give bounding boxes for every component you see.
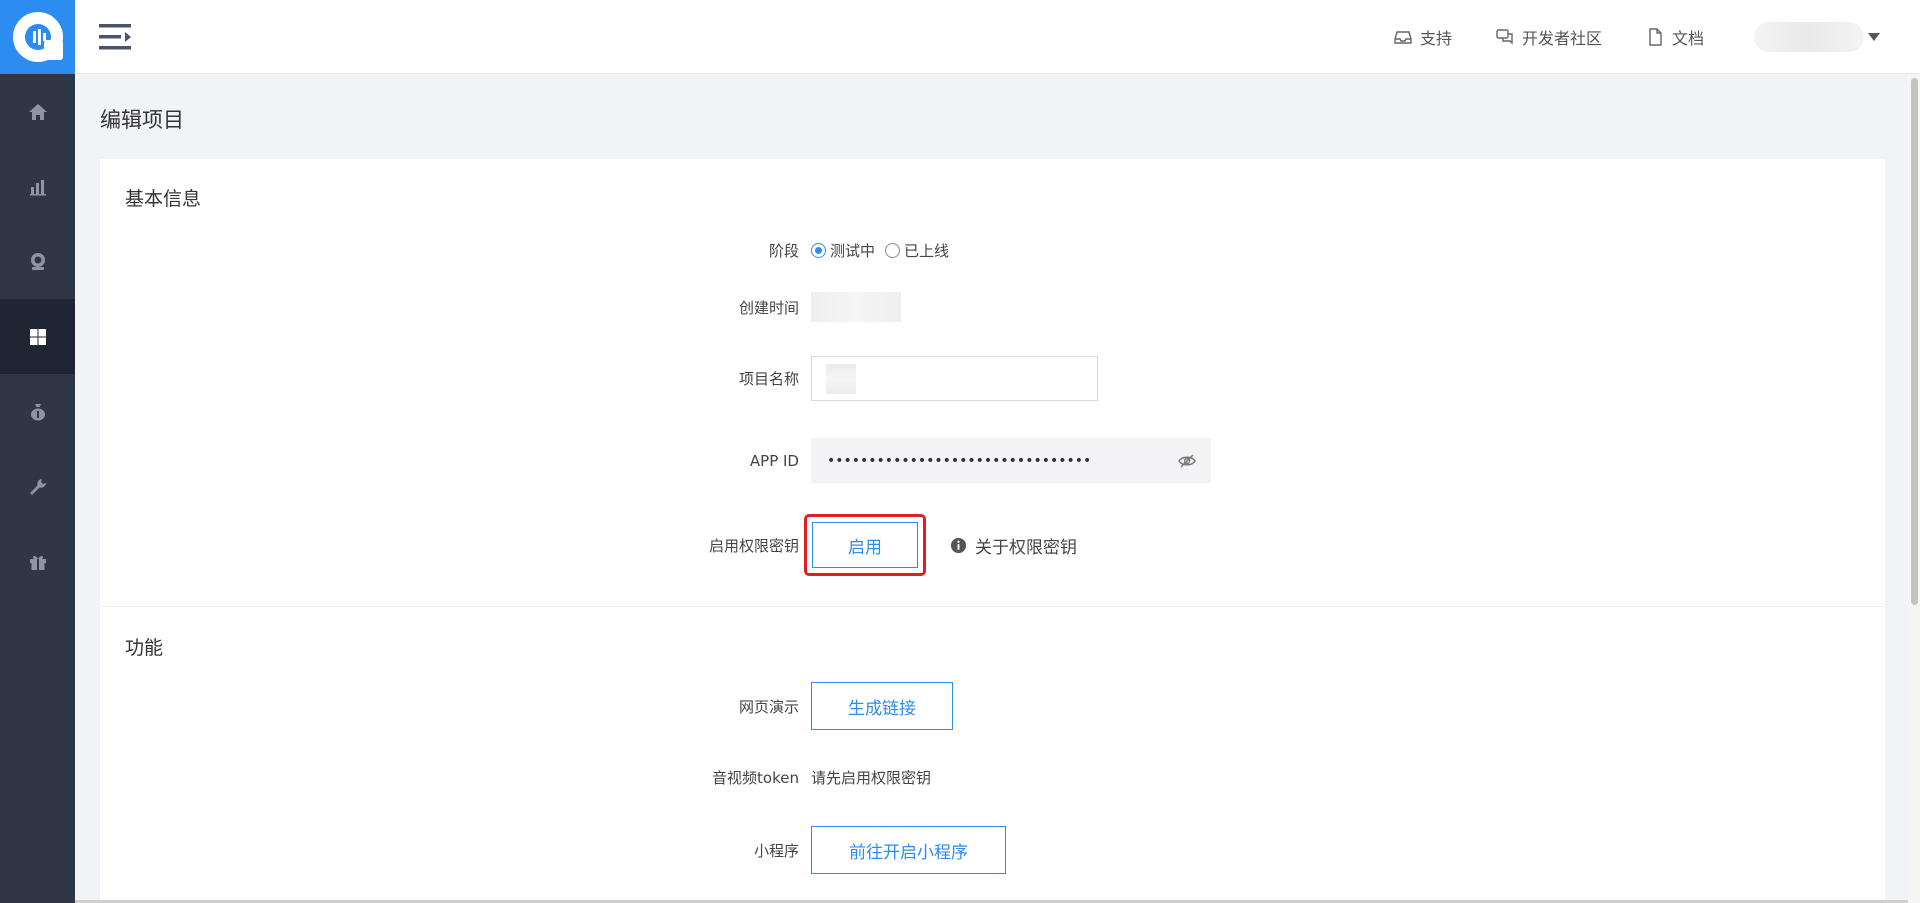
money-bag-icon [30,403,45,420]
radio-testing-dot[interactable] [811,242,826,258]
gift-icon [29,555,46,570]
eye-off-icon[interactable] [1177,451,1197,471]
about-permission-key-label: 关于权限密钥 [975,537,1077,558]
project-name-row: 项目名称 [100,356,1885,401]
docs-link[interactable]: 文档 [1646,25,1704,49]
radio-testing[interactable]: 测试中 [811,240,875,261]
radio-online-dot[interactable] [885,242,901,258]
stage-options: 测试中 已上线 [811,240,959,261]
app-id-value: •••••••••••••••••••••••••••••••• [827,452,1092,469]
project-name-value [826,363,856,394]
permission-key-row: 启用权限密钥 启用 关于权限密钥 [100,513,1885,577]
info-icon [950,537,967,553]
home-icon [28,103,47,120]
webcam-icon [30,252,45,270]
docs-label: 文档 [1671,29,1704,48]
open-mini-program-button[interactable]: 前往开启小程序 [811,826,1006,874]
radio-online-label: 已上线 [904,241,950,260]
community-link[interactable]: 开发者社区 [1496,25,1602,49]
support-icon [1394,31,1412,44]
edit-project-card: 基本信息 阶段 测试中 已上线 创建时间 项目名称 APP ID •••••••… [100,159,1885,903]
av-token-value: 请先启用权限密钥 [811,768,932,787]
section-title-basic: 基本信息 [125,188,202,210]
chevron-down-icon [1868,33,1880,41]
project-name-input[interactable] [811,356,1098,401]
sidebar-item-billing[interactable] [0,374,75,449]
enable-button-highlight: 启用 [804,514,926,576]
user-menu[interactable] [1754,22,1880,52]
enable-button[interactable]: 启用 [812,522,918,568]
mini-program-label: 小程序 [753,841,799,860]
section-divider [100,606,1885,607]
about-permission-key-link[interactable]: 关于权限密钥 [950,533,1077,558]
avatar [1754,22,1864,52]
web-demo-row: 网页演示 生成链接 [100,682,1885,730]
sidebar [0,0,75,903]
app-id-row: APP ID •••••••••••••••••••••••••••••••• [100,438,1885,483]
wrench-icon [29,478,46,495]
created-time-label: 创建时间 [738,298,799,317]
menu-toggle-icon[interactable] [99,22,133,52]
community-label: 开发者社区 [1521,29,1602,48]
app-id-field[interactable]: •••••••••••••••••••••••••••••••• [811,438,1211,483]
page-scrollbar[interactable] [1908,74,1920,903]
stage-label: 阶段 [768,241,799,260]
created-time-row: 创建时间 [100,291,1885,323]
scrollbar-thumb[interactable] [1911,78,1918,605]
sidebar-item-tools[interactable] [0,449,75,524]
sidebar-item-projects[interactable] [0,299,75,374]
radio-online[interactable]: 已上线 [885,240,949,261]
sidebar-item-camera[interactable] [0,224,75,299]
generate-link-button[interactable]: 生成链接 [811,682,953,730]
sidebar-item-statistics[interactable] [0,149,75,224]
permission-key-label: 启用权限密钥 [708,536,799,555]
radio-testing-label: 测试中 [830,241,876,260]
bar-chart-icon [29,179,46,195]
av-token-label: 音视频token [712,768,799,787]
mini-program-row: 小程序 前往开启小程序 [100,826,1885,874]
page-title: 编辑项目 [100,108,184,132]
av-token-row: 音视频token 请先启用权限密钥 [100,762,1885,792]
grid-icon [29,328,46,345]
sidebar-item-home[interactable] [0,74,75,149]
header-links: 支持 开发者社区 文档 [1350,0,1880,74]
project-name-label: 项目名称 [738,370,799,388]
document-icon [1649,28,1662,46]
app-logo[interactable] [0,0,75,74]
support-label: 支持 [1419,29,1452,48]
app-id-label: APP ID [749,451,799,470]
stage-row: 阶段 测试中 已上线 [100,235,1885,265]
top-header: 支持 开发者社区 文档 [75,0,1920,74]
web-demo-label: 网页演示 [738,697,799,716]
logo-icon [12,12,63,62]
sidebar-item-gift[interactable] [0,524,75,599]
created-time-value [811,292,901,322]
community-icon [1496,29,1513,45]
support-link[interactable]: 支持 [1394,25,1452,49]
section-title-features: 功能 [125,637,164,659]
